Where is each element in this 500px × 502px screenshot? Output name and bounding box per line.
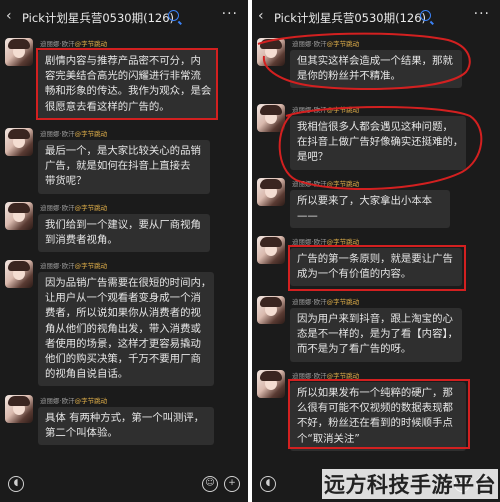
sender-name: 迪丽娜·欧汗@字节跳动 xyxy=(40,262,108,270)
message-line: 我相信很多人都会遇见这种问题， xyxy=(297,121,453,133)
sender-tag: @字节跳动 xyxy=(326,106,360,114)
chat-header: ‹ Pick计划星兵营0530期(126) ··· xyxy=(252,0,500,34)
message-line: 是吧？ xyxy=(297,151,329,164)
highlight-box xyxy=(36,48,218,120)
message-line: 具体 有两种方式，第一个叫测评， xyxy=(45,412,205,424)
plus-icon[interactable]: + xyxy=(224,476,240,492)
avatar[interactable] xyxy=(257,370,285,398)
message-line: 角从他们的视角出发，带入消费或 xyxy=(45,322,201,335)
chat-header: ‹ Pick计划星兵营0530期(126) ··· xyxy=(0,0,248,34)
emoji-icon[interactable]: ☺ xyxy=(202,476,218,492)
avatar[interactable] xyxy=(5,38,33,66)
message-line: 是你的粉丝并不精准。 xyxy=(297,70,401,83)
message-line: 而不是为了看广告的呀。 xyxy=(297,343,412,356)
message-bubble[interactable]: 我相信很多人都会遇见这种问题， 在抖音上做广告好像确实还挺难的， 是吧？ xyxy=(290,116,466,170)
avatar[interactable] xyxy=(5,202,33,230)
sender-name: 迪丽娜·欧汗@字节跳动 xyxy=(40,130,108,138)
message-line: 因为用户来到抖音，跟上淘宝的心 xyxy=(297,313,453,325)
sender-tag: @字节跳动 xyxy=(74,397,108,405)
sender-name: 迪丽娜·欧汗@字节跳动 xyxy=(292,40,360,48)
sender-tag: @字节跳动 xyxy=(74,40,108,48)
more-icon[interactable]: ··· xyxy=(474,6,490,22)
message-bubble[interactable]: 最后一个，是大家比较关心的品销 广告，就是如何在抖音上直接去 带货呢？ xyxy=(38,140,210,194)
chat-panel-left: ‹ Pick计划星兵营0530期(126) ··· 迪丽娜·欧汗@字节跳动 剧情… xyxy=(0,0,248,502)
sender-name: 迪丽娜·欧汗@字节跳动 xyxy=(40,40,108,48)
sender-tag: @字节跳动 xyxy=(326,40,360,48)
sender-name: 迪丽娜·欧汗@字节跳动 xyxy=(292,298,360,306)
message-line: 费者，所以说如果你从消费者的视 xyxy=(45,307,201,320)
message-line: 所以要来了，大家拿出小本本 xyxy=(297,195,433,207)
sender-tag: @字节跳动 xyxy=(74,204,108,212)
message-bubble[interactable]: 但其实这样会造成一个结果，那就 是你的粉丝并不精准。 xyxy=(290,50,462,89)
avatar[interactable] xyxy=(5,128,33,156)
sender-tag: @字节跳动 xyxy=(326,180,360,188)
group-search-icon[interactable] xyxy=(420,10,431,21)
more-icon[interactable]: ··· xyxy=(222,6,238,22)
message-line: 让用户从一个观看者变身成一个消 xyxy=(45,292,201,305)
avatar[interactable] xyxy=(5,260,33,288)
highlight-box xyxy=(288,245,466,291)
message-line: 者使用的场景，这样才更容易撬动 xyxy=(45,337,201,350)
message-line: 在抖音上做广告好像确实还挺难的， xyxy=(297,136,464,149)
sender-name: 迪丽娜·欧汗@字节跳动 xyxy=(292,180,360,188)
message-line: 的视角自说自话。 xyxy=(45,368,129,381)
avatar[interactable] xyxy=(5,395,33,423)
message-line: 他们的购买决策，千万不要用厂商 xyxy=(45,353,201,366)
group-title: Pick计划星兵营0530期(126) xyxy=(22,11,175,25)
group-search-icon[interactable] xyxy=(168,10,179,21)
sender-tag: @字节跳动 xyxy=(74,262,108,270)
message-line: 但其实这样会造成一个结果，那就 xyxy=(297,55,453,67)
sender-tag: @字节跳动 xyxy=(326,298,360,306)
sender-name: 迪丽娜·欧汗@字节跳动 xyxy=(40,397,108,405)
message-line: 我们给到一个建议，要从厂商视角 xyxy=(45,219,201,231)
mic-icon[interactable]: ◖ xyxy=(260,476,276,492)
back-icon[interactable]: ‹ xyxy=(258,8,264,24)
avatar[interactable] xyxy=(257,236,285,264)
avatar[interactable] xyxy=(257,296,285,324)
message-line: 到消费者视角。 xyxy=(45,234,118,247)
message-bubble[interactable]: 具体 有两种方式，第一个叫测评， 第二个叫体验。 xyxy=(38,407,214,446)
input-toolbar: ◖ ☺ + xyxy=(0,468,248,502)
avatar[interactable] xyxy=(257,104,285,132)
mic-icon[interactable]: ◖ xyxy=(8,476,24,492)
avatar[interactable] xyxy=(257,178,285,206)
message-line: 广告，就是如何在抖音上直接去 xyxy=(45,160,191,173)
back-icon[interactable]: ‹ xyxy=(6,8,12,24)
message-line: —— xyxy=(297,210,318,223)
message-line: 最后一个，是大家比较关心的品销 xyxy=(45,145,201,157)
message-line: 态是不一样的，是为了看【内容】， xyxy=(297,328,459,341)
message-line: 第二个叫体验。 xyxy=(45,427,118,440)
group-title: Pick计划星兵营0530期(126) xyxy=(274,11,427,25)
message-line: 因为品销广告需要在很短的时间内， xyxy=(45,277,212,289)
sender-name: 迪丽娜·欧汗@字节跳动 xyxy=(40,204,108,212)
chat-panel-right: ‹ Pick计划星兵营0530期(126) ··· 迪丽娜·欧汗@字节跳动 但其… xyxy=(252,0,500,502)
message-line: 带货呢？ xyxy=(45,175,87,188)
message-bubble[interactable]: 我们给到一个建议，要从厂商视角 到消费者视角。 xyxy=(38,214,210,253)
highlight-box xyxy=(288,379,470,449)
message-bubble[interactable]: 所以要来了，大家拿出小本本 —— xyxy=(290,190,450,229)
message-bubble[interactable]: 因为用户来到抖音，跟上淘宝的心 态是不一样的，是为了看【内容】， 而不是为了看广… xyxy=(290,308,462,362)
avatar[interactable] xyxy=(257,38,285,66)
watermark: 远方科技手游平台 xyxy=(322,469,498,499)
sender-name: 迪丽娜·欧汗@字节跳动 xyxy=(292,106,360,114)
sender-tag: @字节跳动 xyxy=(74,130,108,138)
message-bubble[interactable]: 因为品销广告需要在很短的时间内， 让用户从一个观看者变身成一个消 费者，所以说如… xyxy=(38,272,214,387)
